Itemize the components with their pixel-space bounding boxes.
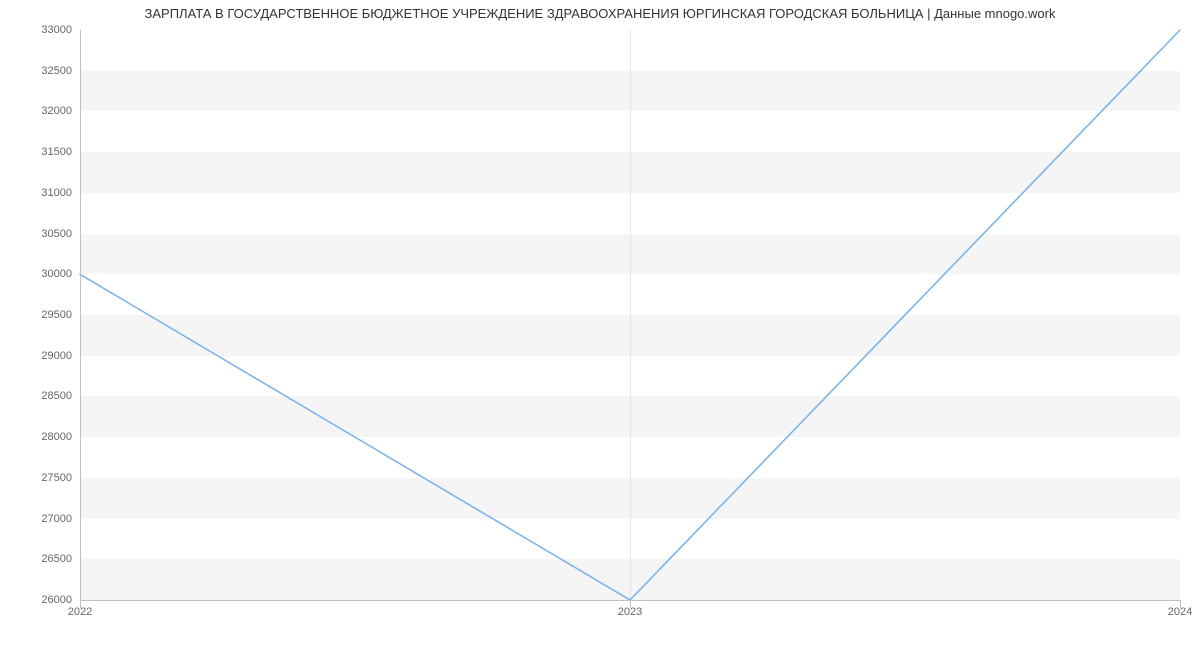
y-axis-tick-label: 33000 <box>12 24 72 36</box>
y-axis-tick-label: 27500 <box>12 472 72 484</box>
y-axis-tick-label: 28000 <box>12 431 72 443</box>
y-axis-tick-label: 31500 <box>12 146 72 158</box>
line-series-layer <box>80 30 1180 600</box>
salary-line-chart: ЗАРПЛАТА В ГОСУДАРСТВЕННОЕ БЮДЖЕТНОЕ УЧР… <box>0 0 1200 650</box>
chart-title: ЗАРПЛАТА В ГОСУДАРСТВЕННОЕ БЮДЖЕТНОЕ УЧР… <box>0 6 1200 21</box>
x-axis-tick-label: 2024 <box>1168 606 1192 618</box>
series-line <box>80 30 1180 600</box>
y-axis-tick-label: 29500 <box>12 309 72 321</box>
x-axis-tick-label: 2022 <box>68 606 92 618</box>
y-axis-tick-label: 26500 <box>12 553 72 565</box>
y-axis-tick-label: 32500 <box>12 65 72 77</box>
plot-area <box>80 30 1180 600</box>
x-axis-line <box>80 600 1180 601</box>
y-axis-tick-label: 31000 <box>12 187 72 199</box>
y-axis-tick-label: 27000 <box>12 513 72 525</box>
y-axis-tick-label: 26000 <box>12 594 72 606</box>
y-axis-tick-label: 28500 <box>12 390 72 402</box>
y-axis-tick-label: 29000 <box>12 350 72 362</box>
y-axis-line <box>80 30 81 600</box>
y-axis-tick-label: 32000 <box>12 105 72 117</box>
y-axis-tick-label: 30000 <box>12 268 72 280</box>
y-axis-tick-label: 30500 <box>12 228 72 240</box>
x-axis-tick-label: 2023 <box>618 606 642 618</box>
